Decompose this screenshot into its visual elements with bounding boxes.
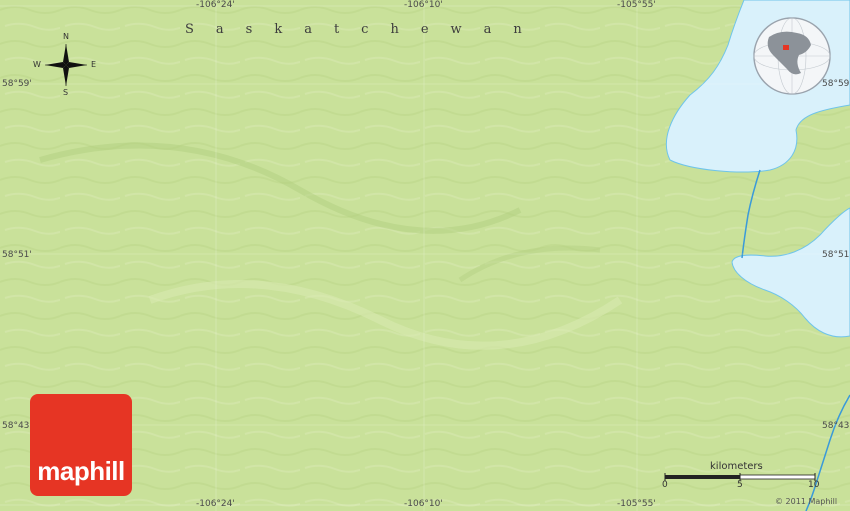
globe-icon bbox=[753, 17, 831, 95]
latitude-label: 58°43' bbox=[2, 421, 32, 431]
compass-north: N bbox=[63, 32, 69, 41]
scale-label: 0 bbox=[662, 480, 668, 490]
compass-south: S bbox=[63, 88, 69, 97]
scale-label: 10 bbox=[808, 480, 820, 490]
locator-globe[interactable] bbox=[751, 15, 833, 97]
compass-east: E bbox=[91, 60, 97, 69]
compass-west: W bbox=[33, 60, 41, 69]
latitude-label: 58°43' bbox=[822, 421, 850, 431]
copyright-text: © 2011 Maphill bbox=[775, 497, 838, 506]
longitude-label: -106°24' bbox=[196, 499, 235, 509]
longitude-label: -105°55' bbox=[617, 499, 656, 509]
longitude-label: -105°55' bbox=[617, 0, 656, 10]
latitude-label: 58°59' bbox=[2, 79, 32, 89]
scale-label: 5 bbox=[737, 480, 743, 490]
maphill-logo[interactable]: maphill bbox=[30, 394, 132, 496]
longitude-label: -106°10' bbox=[404, 499, 443, 509]
brand-label: maphill bbox=[37, 456, 125, 486]
region-label: Saskatchewan bbox=[185, 22, 544, 37]
latitude-label: 58°51' bbox=[822, 250, 850, 260]
compass-rose: N S E W bbox=[33, 32, 99, 98]
longitude-label: -106°10' bbox=[404, 0, 443, 10]
map-view[interactable]: -106°24' -106°10' -105°55' -106°24' -106… bbox=[0, 0, 850, 511]
scale-bar: kilometers 0 5 10 bbox=[660, 461, 820, 491]
latitude-label: 58°51' bbox=[2, 250, 32, 260]
longitude-label: -106°24' bbox=[196, 0, 235, 10]
